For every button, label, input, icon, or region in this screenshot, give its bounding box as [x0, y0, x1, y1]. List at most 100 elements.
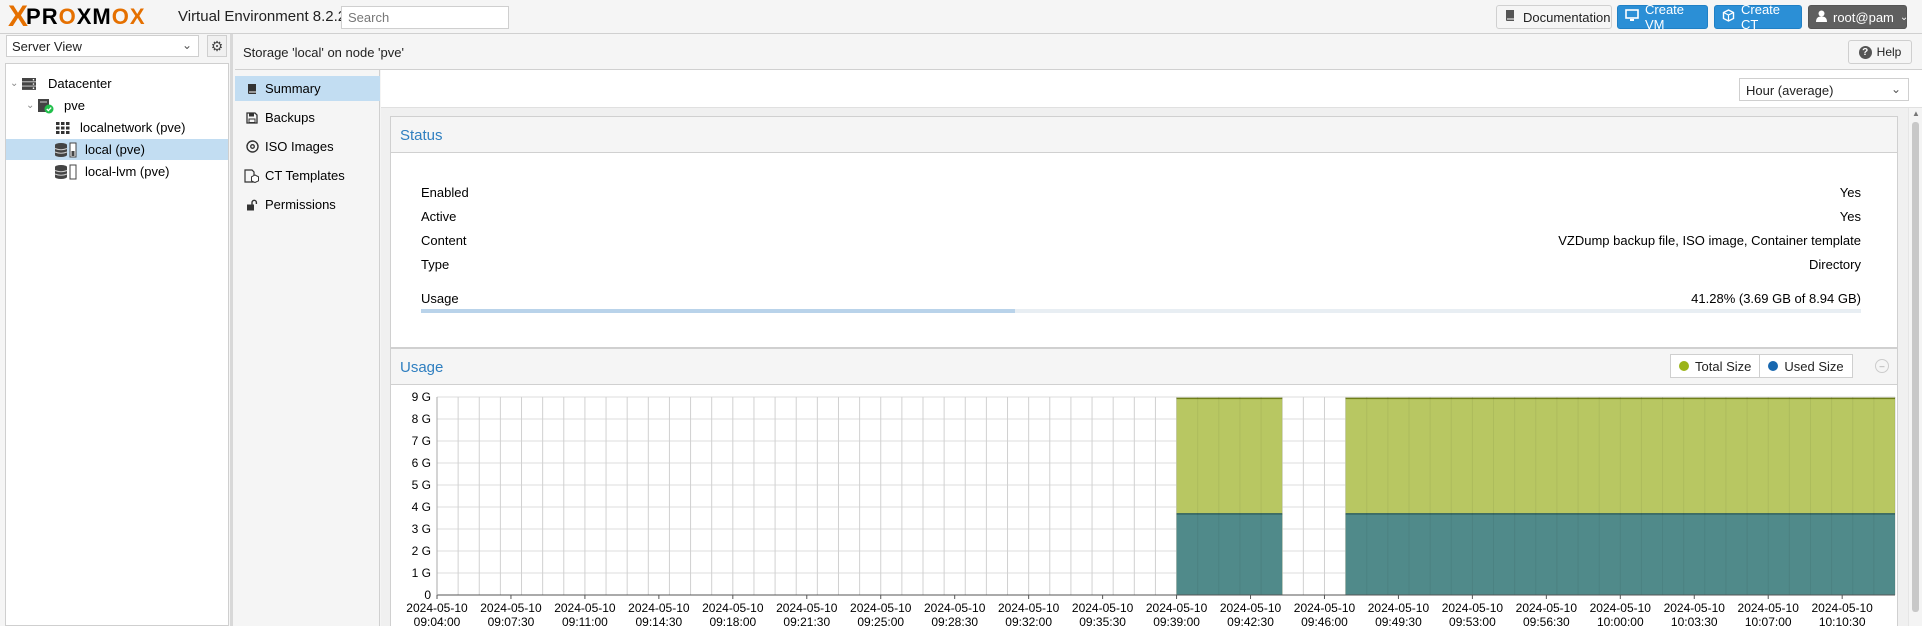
x-tick-label-time: 10:10:30 — [1819, 615, 1866, 626]
x-tick-label-date: 2024-05-10 — [1146, 601, 1208, 615]
legend-label: Used Size — [1784, 358, 1844, 374]
submenu-item-permissions[interactable]: Permissions — [235, 192, 380, 217]
tree-item-label: pve — [64, 98, 85, 113]
x-tick-label-date: 2024-05-10 — [554, 601, 616, 615]
x-tick-label-date: 2024-05-10 — [1590, 601, 1652, 615]
x-tick-label-date: 2024-05-10 — [998, 601, 1060, 615]
page-title: Storage 'local' on node 'pve' — [243, 45, 404, 60]
book-icon — [1504, 9, 1517, 25]
view-select[interactable]: Server View ⌄ — [6, 35, 199, 57]
y-tick-label: 9 G — [412, 390, 431, 404]
tree-item-pve[interactable]: ⌄ pve — [6, 95, 228, 116]
usage-area-chart: 01 G2 G3 G4 G5 G6 G7 G8 G9 G2024-05-1009… — [406, 390, 1896, 626]
create-vm-label: Create VM — [1645, 2, 1685, 32]
user-label: root@pam — [1833, 9, 1894, 25]
status-value: Yes — [1839, 185, 1861, 200]
x-tick-label-time: 10:00:00 — [1597, 615, 1644, 626]
scroll-up-icon[interactable]: ▲ — [1912, 109, 1920, 118]
status-key: Enabled — [421, 185, 469, 200]
usage-progress-fill — [421, 309, 1016, 313]
status-value: VZDump backup file, ISO image, Container… — [1558, 233, 1861, 248]
status-value: 41.28% (3.69 GB of 8.94 GB) — [1691, 291, 1861, 306]
x-tick-label-date: 2024-05-10 — [1072, 601, 1134, 615]
x-tick-label-date: 2024-05-10 — [1220, 601, 1282, 615]
legend-item-used-size[interactable]: Used Size — [1760, 354, 1853, 378]
create-ct-label: Create CT — [1741, 2, 1781, 32]
submenu-label: ISO Images — [265, 139, 334, 154]
undo-zoom-icon[interactable]: – — [1875, 359, 1889, 373]
storage-submenu: Summary Backups ISO Images CT Templates … — [235, 70, 380, 626]
help-button[interactable]: ? Help — [1848, 40, 1912, 64]
x-tick-label-time: 09:32:00 — [1005, 615, 1052, 626]
x-tick-label-date: 2024-05-10 — [924, 601, 986, 615]
tree-item-label: Datacenter — [48, 76, 112, 91]
y-tick-label: 0 — [424, 588, 431, 602]
chevron-down-icon: ⌄ — [1899, 11, 1909, 23]
y-tick-label: 6 G — [412, 456, 431, 470]
submenu-label: Summary — [265, 81, 321, 96]
tree-item-local[interactable]: local (pve) — [6, 139, 228, 160]
create-ct-button[interactable]: Create CT — [1714, 2, 1802, 32]
status-key: Usage — [421, 291, 459, 306]
x-tick-label-date: 2024-05-10 — [628, 601, 690, 615]
submenu-item-summary[interactable]: Summary — [235, 76, 380, 101]
chevron-down-icon: ⌄ — [1890, 82, 1901, 96]
y-tick-label: 7 G — [412, 434, 431, 448]
legend-dot-icon — [1768, 361, 1779, 371]
x-tick-label-date: 2024-05-10 — [1442, 601, 1504, 615]
vertical-scrollbar[interactable]: ▲ — [1908, 108, 1922, 626]
collapse-icon[interactable]: ⌄ — [10, 78, 18, 89]
timeframe-select[interactable]: Hour (average) ⌄ — [1739, 78, 1909, 101]
storage-icon — [54, 142, 78, 158]
unlock-icon — [244, 197, 260, 213]
y-tick-label: 2 G — [412, 544, 431, 558]
x-tick-label-time: 09:18:00 — [709, 615, 756, 626]
search-input[interactable] — [341, 6, 509, 29]
tree-item-localnetwork[interactable]: localnetwork (pve) — [6, 117, 228, 138]
tree-item-datacenter[interactable]: ⌄ Datacenter — [6, 73, 228, 94]
timeframe-toolbar: Hour (average) ⌄ — [381, 70, 1922, 108]
y-tick-label: 1 G — [412, 566, 431, 580]
x-tick-label-time: 09:25:00 — [857, 615, 904, 626]
x-tick-label-time: 09:14:30 — [636, 615, 683, 626]
proxmox-logo[interactable]: X PROXMOX — [8, 2, 146, 32]
user-menu-button[interactable]: root@pam ⌄ — [1808, 5, 1909, 29]
create-vm-button[interactable]: Create VM — [1617, 2, 1708, 32]
x-tick-label-time: 09:11:00 — [562, 615, 608, 626]
x-tick-label-time: 09:49:30 — [1375, 615, 1422, 626]
x-tick-label-date: 2024-05-10 — [406, 601, 468, 615]
x-tick-label-date: 2024-05-10 — [1811, 601, 1873, 615]
x-tick-label-date: 2024-05-10 — [1516, 601, 1578, 615]
x-tick-label-time: 09:42:30 — [1227, 615, 1274, 626]
y-tick-label: 5 G — [412, 478, 431, 492]
x-tick-label-time: 09:07:30 — [488, 615, 535, 626]
submenu-item-iso-images[interactable]: ISO Images — [235, 134, 380, 159]
tree-item-local-lvm[interactable]: local-lvm (pve) — [6, 161, 228, 182]
status-value: Yes — [1839, 209, 1861, 224]
logo-wordmark: PROXMOX — [26, 4, 146, 29]
status-panel: Status Enabled Yes Active Yes Content VZ… — [390, 116, 1898, 348]
collapse-icon[interactable]: ⌄ — [26, 100, 34, 111]
submenu-item-backups[interactable]: Backups — [235, 105, 380, 130]
x-tick-label-time: 09:56:30 — [1523, 615, 1570, 626]
user-icon — [1816, 10, 1827, 25]
submenu-item-ct-templates[interactable]: CT Templates — [235, 163, 380, 188]
chevron-down-icon: ⌄ — [181, 38, 192, 52]
tree-item-label: local-lvm (pve) — [85, 164, 170, 179]
gear-icon[interactable]: ⚙ — [207, 35, 227, 57]
usage-panel-title: Usage — [400, 359, 444, 376]
documentation-button[interactable]: Documentation — [1496, 5, 1612, 29]
scrollbar-thumb[interactable] — [1912, 122, 1919, 612]
x-tick-label-date: 2024-05-10 — [850, 601, 912, 615]
x-tick-label-time: 09:28:30 — [931, 615, 978, 626]
desktop-icon — [1625, 9, 1639, 25]
datacenter-icon — [20, 76, 38, 92]
version-label: Virtual Environment 8.2.2 — [178, 8, 347, 25]
summary-view: Hour (average) ⌄ Status Enabled Yes Acti… — [381, 70, 1922, 626]
usage-chart-panel: Usage Total Size Used Size – 0 1 G 2 G 3 G 4… — [390, 348, 1898, 626]
status-key: Active — [421, 209, 457, 224]
panel-splitter[interactable] — [230, 34, 233, 626]
x-tick-label-time: 10:03:30 — [1671, 615, 1718, 626]
x-tick-label-date: 2024-05-10 — [480, 601, 542, 615]
legend-item-total-size[interactable]: Total Size — [1670, 354, 1761, 378]
